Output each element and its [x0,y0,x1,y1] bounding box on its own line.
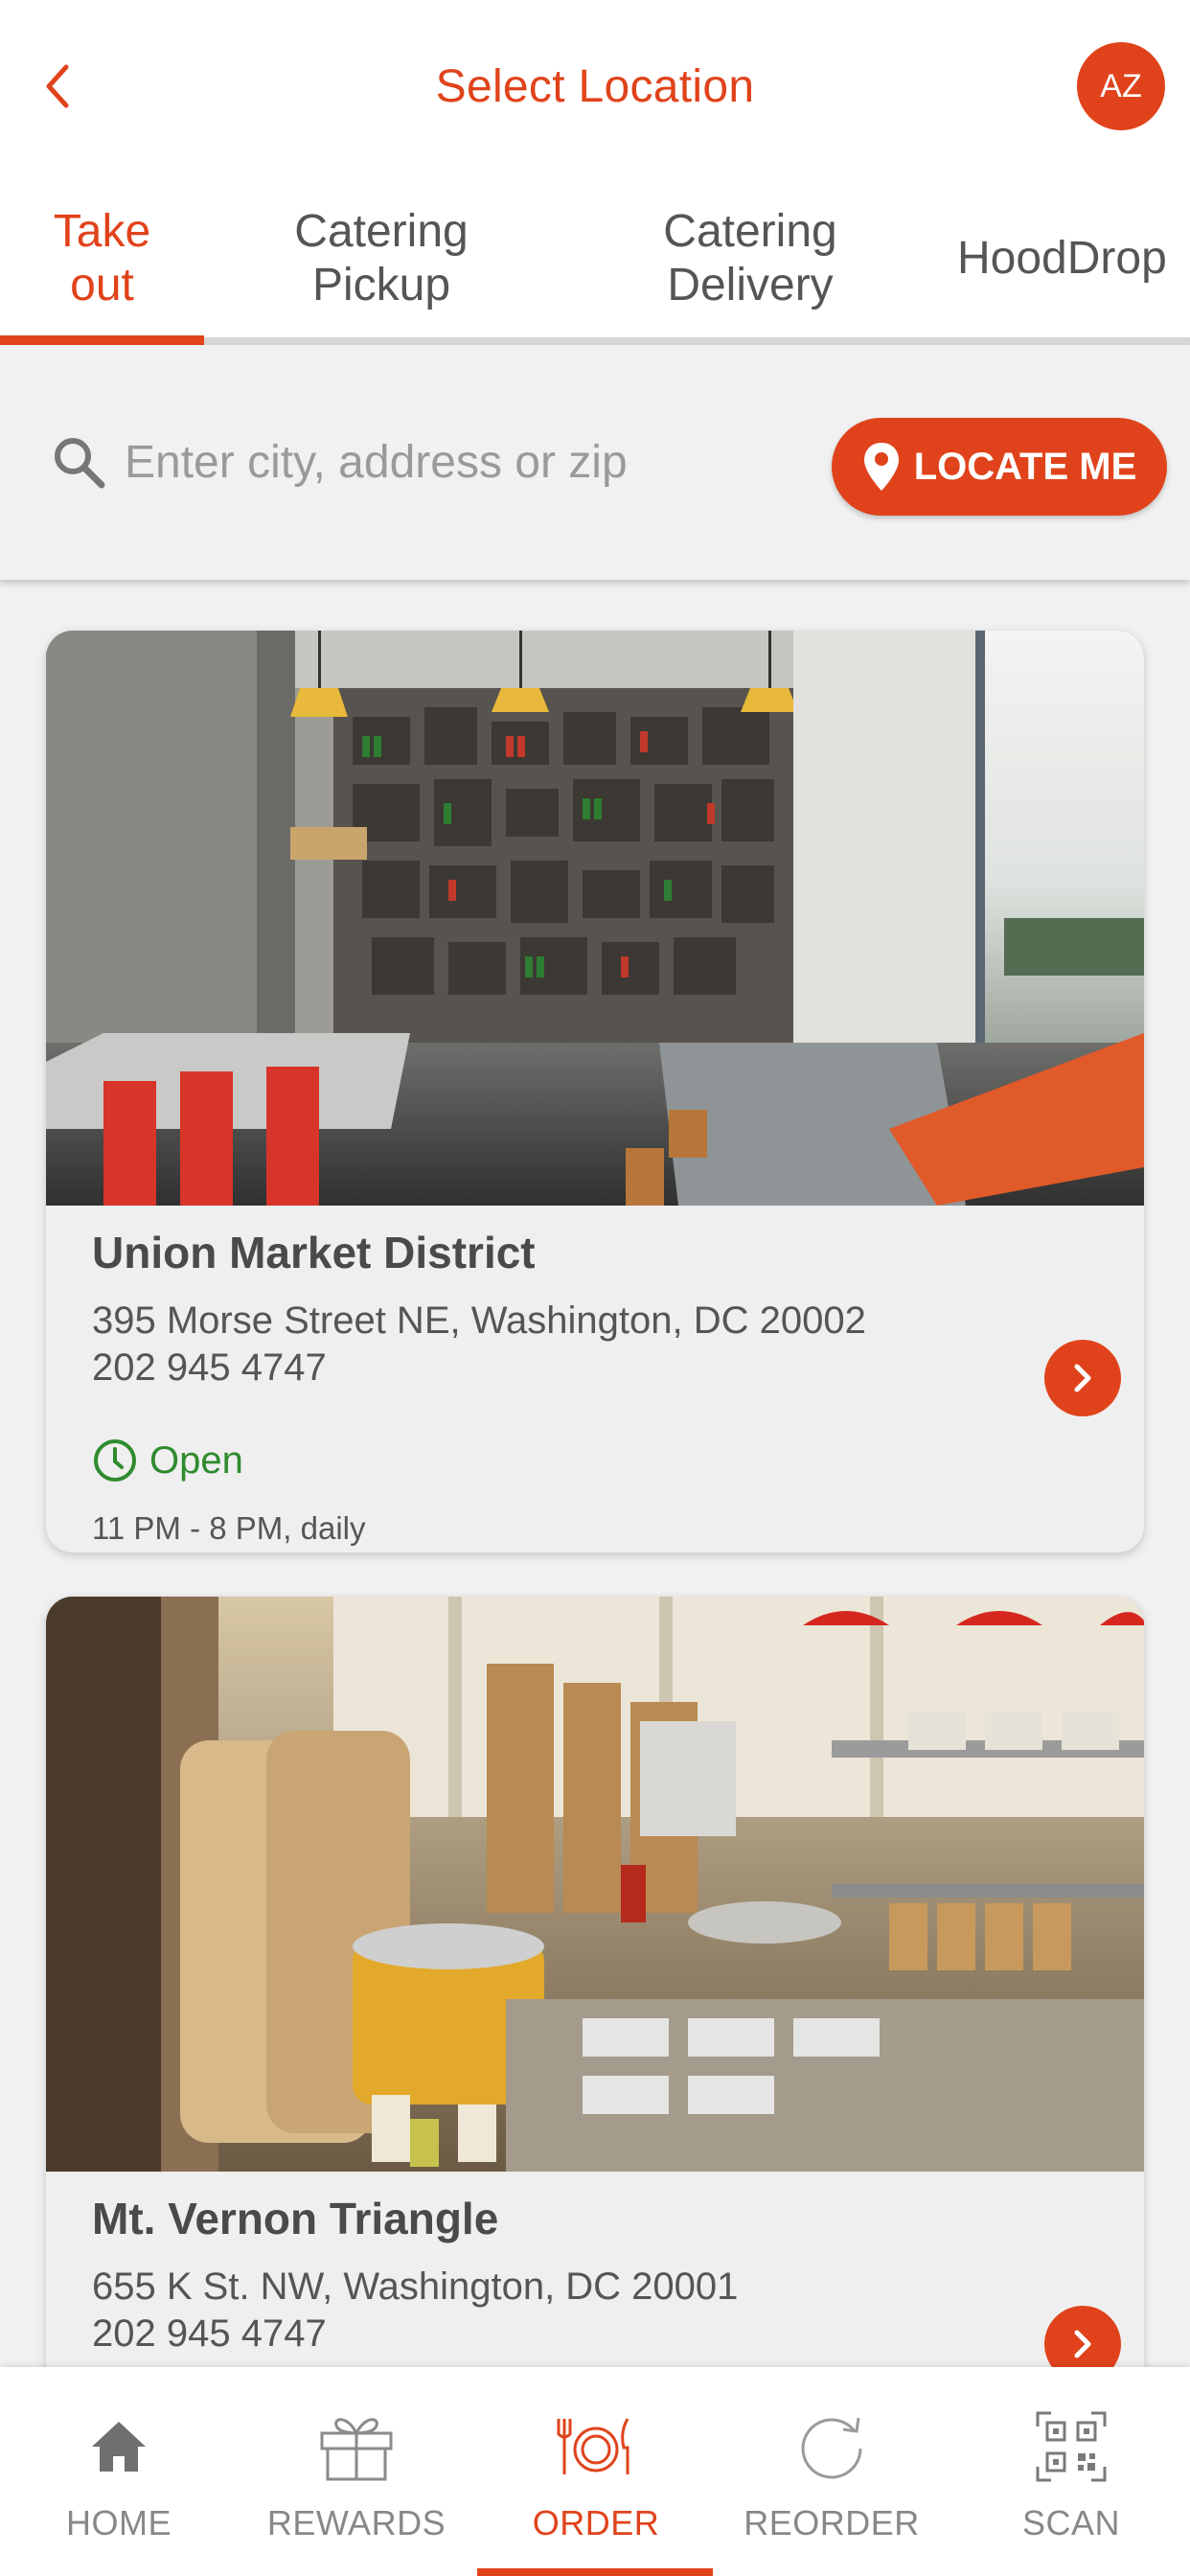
nav-label: REWARDS [266,2503,446,2542]
nav-reorder[interactable]: REORDER [713,2367,950,2576]
store-address: 655 K St. NW, Washington, DC 20001 [92,2266,739,2308]
chevron-right-icon [1074,2330,1091,2358]
qr-code-icon [1036,2411,1107,2482]
location-pin-icon [863,443,899,491]
tab-label: Catering Delivery [663,206,837,310]
open-status: Open [92,1438,1098,1484]
home-icon [92,2422,146,2472]
tab-catering-delivery[interactable]: Catering Delivery [559,172,942,345]
location-details: Mt. Vernon Triangle 655 K St. NW, Washin… [46,2172,1144,2382]
tab-label: Take out [53,206,151,310]
refresh-icon [801,2417,862,2479]
location-details: Union Market District 395 Morse Street N… [46,1206,1144,1547]
store-photo [46,1597,1144,2172]
tab-catering-pickup[interactable]: Catering Pickup [204,172,559,345]
clock-icon [94,1439,136,1482]
search-input[interactable] [125,422,795,502]
store-phone: 202 945 4747 [92,2312,327,2355]
nav-label: SCAN [1021,2503,1121,2542]
search-icon [55,438,105,489]
select-location-button[interactable] [1044,1340,1121,1416]
store-address: 395 Morse Street NE, Washington, DC 2000… [92,1300,866,1342]
nav-scan[interactable]: SCAN [952,2367,1190,2576]
tab-label: Catering Pickup [294,206,469,310]
nav-order[interactable]: ORDER [477,2367,715,2576]
order-type-tabs: Take out Catering Pickup Catering Delive… [0,172,1190,345]
chevron-right-icon [1074,1364,1091,1392]
app-header: Select Location AZ [0,0,1190,172]
nav-rewards[interactable]: REWARDS [238,2367,475,2576]
nav-home[interactable]: HOME [0,2367,238,2576]
page-title: Select Location [435,60,755,112]
chevron-left-icon [46,64,69,108]
store-photo [46,631,1144,1206]
locate-me-button[interactable]: LOCATE ME [832,418,1167,516]
tab-hooddrop[interactable]: HoodDrop [942,172,1190,345]
store-name: Union Market District [92,1228,536,1277]
status-text: Open [149,1438,243,1482]
nav-label: ORDER [532,2503,660,2542]
nav-label: REORDER [744,2503,920,2542]
plate-cutlery-icon [557,2418,629,2474]
search-bar: LOCATE ME [0,345,1190,580]
store-hours: 11 PM - 8 PM, daily [92,1510,366,1546]
back-button[interactable] [38,56,77,117]
active-nav-indicator [477,2568,713,2576]
tab-take-out[interactable]: Take out [0,172,204,345]
locate-me-label: LOCATE ME [913,445,1137,488]
store-phone: 202 945 4747 [92,1346,327,1389]
location-card[interactable]: Mt. Vernon Triangle 655 K St. NW, Washin… [46,1597,1144,2459]
avatar[interactable]: AZ [1077,42,1165,130]
tab-label: HoodDrop [957,233,1167,284]
store-name: Mt. Vernon Triangle [92,2194,499,2243]
location-card[interactable]: Union Market District 395 Morse Street N… [46,631,1144,1552]
active-tab-indicator [0,335,204,345]
nav-label: HOME [66,2503,172,2542]
gift-icon [320,2418,393,2481]
bottom-navigation: HOME REWARDS ORDER REORDER SCAN [0,2367,1190,2576]
